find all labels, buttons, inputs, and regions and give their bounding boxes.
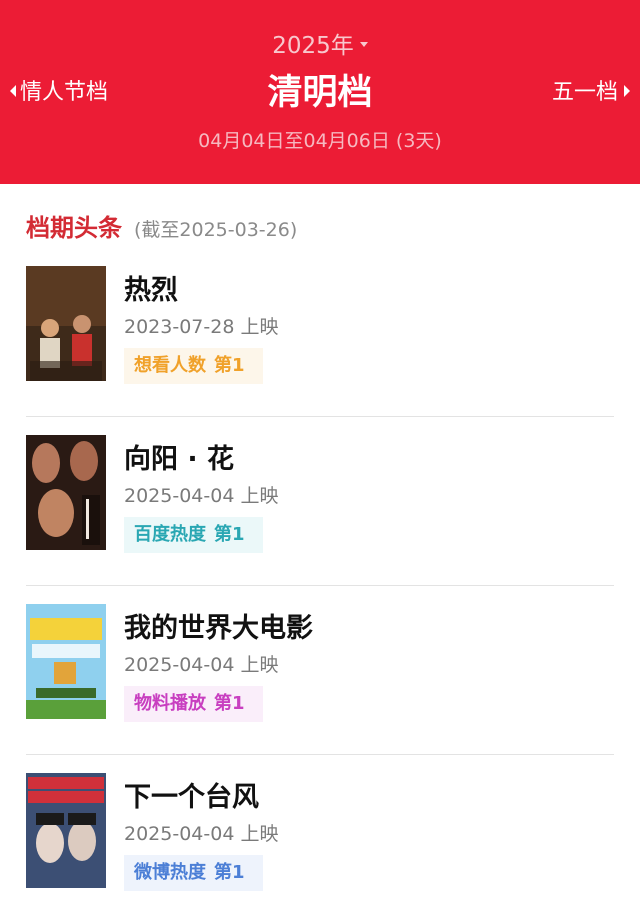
movie-list: 热烈 2023-07-28 上映 想看人数 第1 向阳 · 花 2025-04-0…: [0, 248, 640, 924]
list-item[interactable]: 我的世界大电影 2025-04-04 上映 物料播放 第1: [0, 586, 640, 755]
section-note: (截至2025-03-26): [134, 219, 298, 241]
list-item[interactable]: 下一个台风 2025-04-04 上映 微博热度 第1: [0, 755, 640, 924]
movie-poster[interactable]: [26, 266, 106, 381]
rank-badge: 百度热度 第1: [124, 517, 263, 553]
movie-title[interactable]: 我的世界大电影: [124, 606, 313, 645]
date-range: 04月04日至04月06日 (3天): [198, 130, 442, 152]
badge-label: 想看人数: [134, 355, 206, 376]
badge-rank: 第1: [214, 355, 245, 376]
rank-badge: 想看人数 第1: [124, 348, 263, 384]
section-header: 档期头条 (截至2025-03-26): [26, 208, 297, 243]
badge-label: 微博热度: [134, 862, 206, 883]
movie-poster[interactable]: [26, 773, 106, 888]
next-season-button[interactable]: 五一档: [552, 74, 630, 106]
next-season-label[interactable]: 五一档: [552, 80, 618, 105]
movie-title[interactable]: 向阳 · 花: [124, 437, 234, 476]
badge-label: 物料播放: [134, 693, 206, 714]
rank-badge: 物料播放 第1: [124, 686, 263, 722]
badge-rank: 第1: [214, 524, 245, 545]
list-item[interactable]: 向阳 · 花 2025-04-04 上映 百度热度 第1: [0, 417, 640, 586]
season-title: 清明档: [267, 73, 373, 113]
year-label[interactable]: 2025年: [272, 33, 354, 59]
header-bar: 2025年 情人节档 清明档 五一档 04月04日至04月06日 (3天): [0, 0, 640, 184]
section-title: 档期头条: [26, 214, 122, 242]
release-date: 2025-04-04 上映: [124, 823, 279, 845]
release-date: 2025-04-04 上映: [124, 654, 279, 676]
badge-rank: 第1: [214, 693, 245, 714]
rank-badge: 微博热度 第1: [124, 855, 263, 891]
movie-title[interactable]: 热烈: [124, 268, 178, 307]
badge-label: 百度热度: [134, 524, 206, 545]
movie-poster[interactable]: [26, 435, 106, 550]
movie-poster[interactable]: [26, 604, 106, 719]
chevron-down-icon[interactable]: [359, 42, 368, 47]
chevron-right-icon[interactable]: [624, 85, 630, 97]
movie-title[interactable]: 下一个台风: [124, 775, 259, 814]
badge-rank: 第1: [214, 862, 245, 883]
year-selector[interactable]: 2025年: [0, 26, 640, 60]
list-item[interactable]: 热烈 2023-07-28 上映 想看人数 第1: [0, 248, 640, 417]
release-date: 2025-04-04 上映: [124, 485, 279, 507]
release-date: 2023-07-28 上映: [124, 316, 279, 338]
